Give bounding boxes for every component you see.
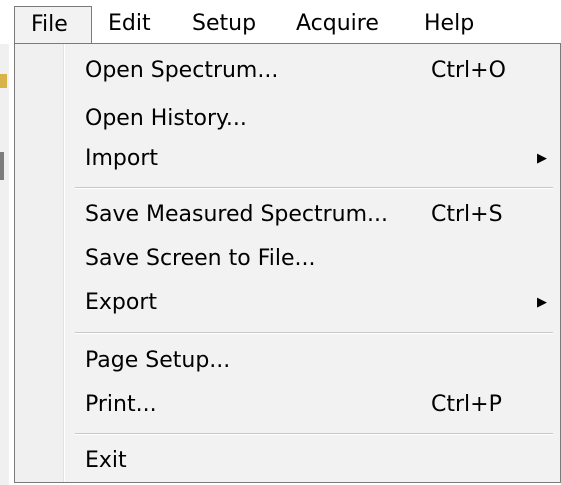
menu-setup[interactable]: Setup — [192, 6, 256, 44]
menu-item-open-spectrum[interactable]: Open Spectrum... Ctrl+O — [71, 52, 555, 90]
menu-item-label: Print... — [85, 392, 157, 417]
menu-item-save-screen-to-file[interactable]: Save Screen to File... — [71, 240, 555, 278]
menu-item-label: Open History... — [85, 106, 247, 131]
menu-bar: File Edit Setup Acquire Help — [0, 0, 561, 44]
menu-item-label: Open Spectrum... — [85, 58, 279, 83]
menu-item-label: Import — [85, 146, 159, 171]
app-window: File Edit Setup Acquire Help Open Spectr… — [0, 0, 561, 485]
menu-file[interactable]: File — [14, 6, 92, 44]
menu-separator — [75, 433, 553, 435]
menu-item-shortcut: Ctrl+P — [431, 392, 502, 417]
submenu-arrow-icon: ▶ — [537, 295, 547, 310]
menu-item-label: Exit — [85, 448, 127, 473]
submenu-arrow-icon: ▶ — [537, 151, 547, 166]
menu-item-label: Save Measured Spectrum... — [85, 202, 389, 227]
menu-item-label: Export — [85, 290, 158, 315]
menu-item-label: Page Setup... — [85, 348, 231, 373]
menu-item-page-setup[interactable]: Page Setup... — [71, 342, 555, 380]
menu-item-open-history[interactable]: Open History... — [71, 100, 555, 138]
menu-item-import[interactable]: Import ▶ — [71, 140, 555, 178]
menu-item-export[interactable]: Export ▶ — [71, 284, 555, 322]
menu-help[interactable]: Help — [424, 6, 474, 44]
menu-item-label: Save Screen to File... — [85, 246, 316, 271]
background-toolbar-icon-fragment — [0, 74, 7, 88]
menu-item-print[interactable]: Print... Ctrl+P — [71, 386, 555, 424]
menu-item-shortcut: Ctrl+O — [431, 58, 506, 83]
menu-acquire[interactable]: Acquire — [296, 6, 379, 44]
menu-item-save-measured-spectrum[interactable]: Save Measured Spectrum... Ctrl+S — [71, 196, 555, 234]
menu-edit[interactable]: Edit — [108, 6, 151, 44]
menu-icon-gutter — [15, 44, 63, 482]
menu-item-shortcut: Ctrl+S — [431, 202, 503, 227]
file-dropdown-menu: Open Spectrum... Ctrl+O Open History... … — [14, 43, 561, 483]
gutter-divider-highlight — [64, 44, 65, 482]
background-window-edge — [0, 44, 9, 485]
menu-separator — [75, 187, 553, 189]
menu-item-exit[interactable]: Exit — [71, 442, 555, 480]
menu-separator — [75, 332, 553, 334]
background-window-fragment — [0, 152, 4, 180]
